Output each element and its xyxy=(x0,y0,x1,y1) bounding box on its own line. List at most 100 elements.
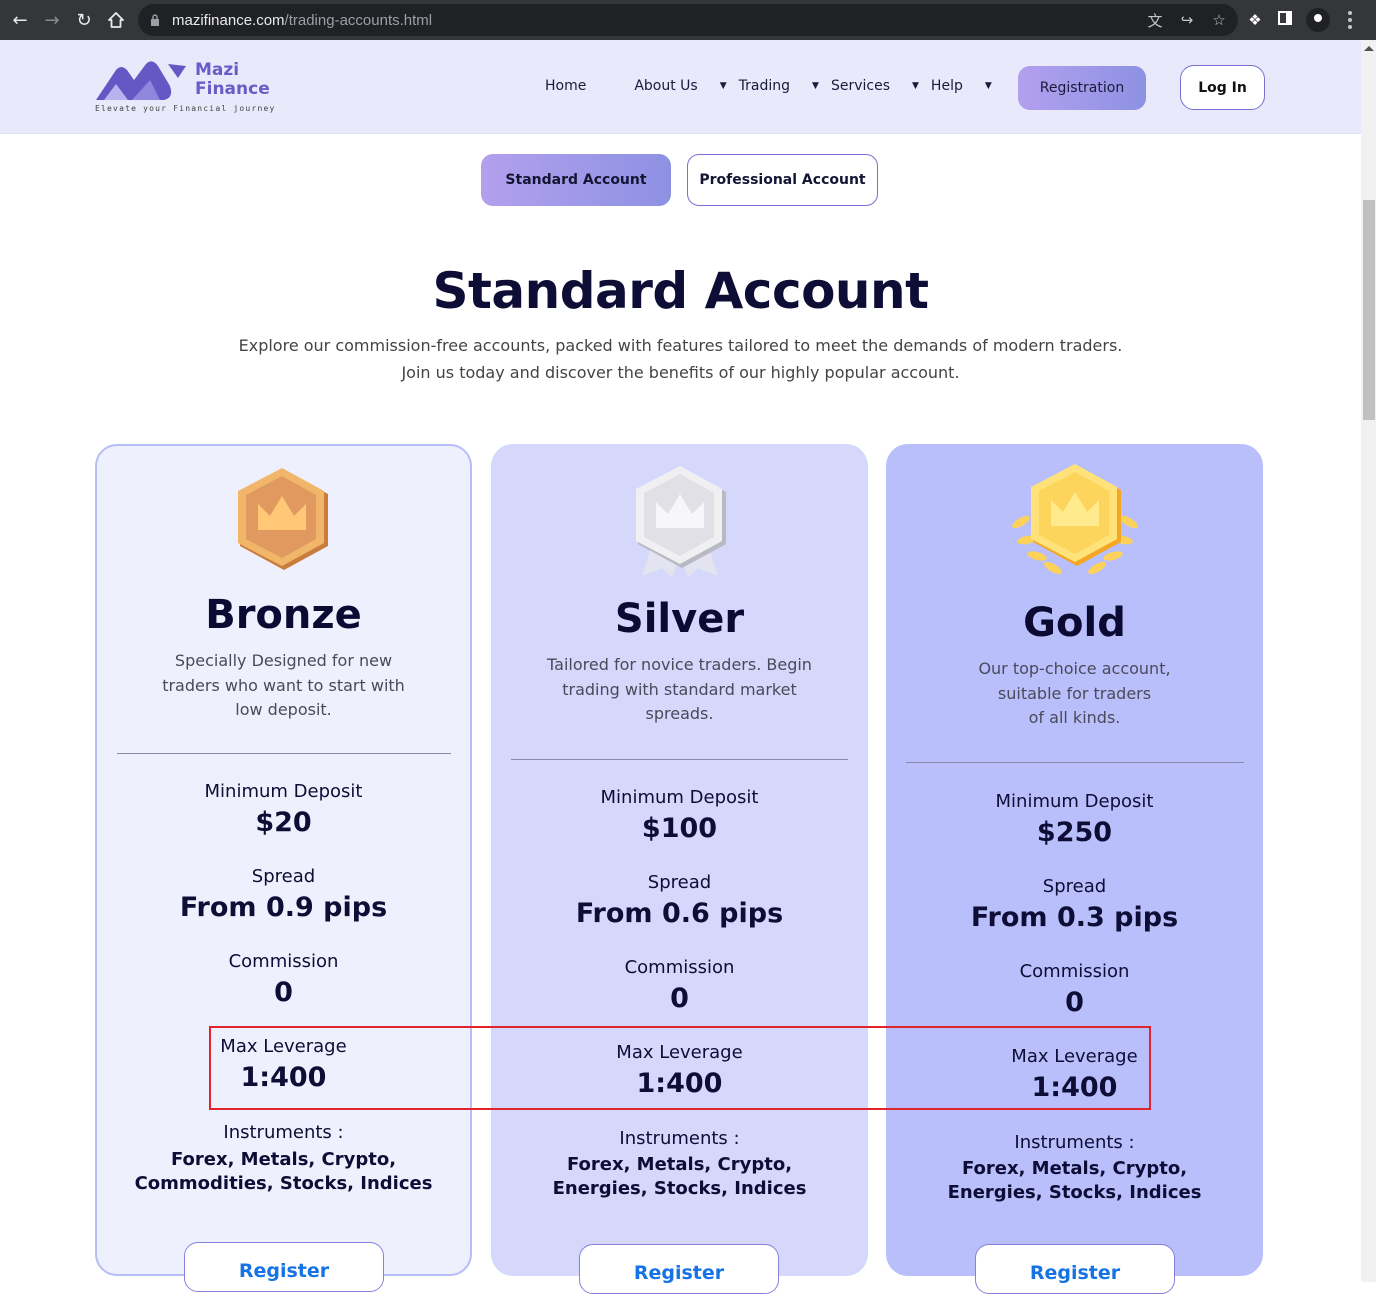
instruments-line: Forex, Metals, Crypto, xyxy=(961,1158,1188,1179)
extensions-puzzle-icon[interactable]: ❖ xyxy=(1246,11,1264,29)
tab-standard-account[interactable]: Standard Account xyxy=(481,154,671,206)
registration-button[interactable]: Registration xyxy=(1018,66,1146,110)
brand-name: Mazi Finance xyxy=(195,61,270,99)
lock-icon xyxy=(150,14,160,26)
desc-line: Our top-choice account, xyxy=(978,659,1171,678)
nav-home-label: Home xyxy=(545,78,587,94)
home-icon xyxy=(108,12,124,28)
card-description: Specially Designed for new traders who w… xyxy=(97,649,470,723)
commission-value: 0 xyxy=(274,977,293,1008)
page-scrollbar[interactable] xyxy=(1361,40,1376,1282)
login-button[interactable]: Log In xyxy=(1180,65,1265,110)
back-button[interactable]: ← xyxy=(4,4,36,36)
translate-icon[interactable]: 文 xyxy=(1146,10,1164,31)
nav-about-us-label: About Us xyxy=(634,78,698,94)
url-path: /trading-accounts.html xyxy=(284,11,433,29)
reload-button[interactable]: ↻ xyxy=(68,4,100,36)
desc-line: suitable for traders xyxy=(997,683,1152,703)
register-button-silver[interactable]: Register xyxy=(579,1244,779,1294)
desc-line: traders who want to start with xyxy=(162,675,405,695)
caret-down-icon[interactable]: ▼ xyxy=(985,81,992,91)
arrow-left-icon: ← xyxy=(12,9,28,31)
max-leverage-value: 1:400 xyxy=(1031,1072,1118,1103)
nav-home[interactable]: Home xyxy=(545,78,586,94)
nav-trading[interactable]: Trading ▼ xyxy=(739,78,831,94)
instruments-label: Instruments : xyxy=(223,1122,344,1143)
spread-label: Spread xyxy=(1042,876,1107,897)
card-description: Tailored for novice traders. Begin tradi… xyxy=(491,653,868,727)
scroll-up-arrow-icon[interactable] xyxy=(1364,46,1374,51)
desc-line: of all kinds. xyxy=(1028,708,1121,727)
min-deposit-label: Minimum Deposit xyxy=(204,781,363,802)
max-leverage-label: Max Leverage xyxy=(1011,1046,1138,1067)
site-header: Mazi Finance Elevate your Financial jour… xyxy=(0,40,1361,134)
register-button-bronze[interactable]: Register xyxy=(184,1242,384,1292)
instruments-value: Forex, Metals, Crypto, Commodities, Stoc… xyxy=(97,1148,470,1196)
max-leverage-value: 1:400 xyxy=(636,1068,723,1099)
share-icon[interactable]: ↪ xyxy=(1178,11,1196,29)
desc-line: Tailored for novice traders. Begin xyxy=(547,655,812,674)
nav-trading-label: Trading xyxy=(738,78,791,94)
brand-tagline: Elevate your Financial journey xyxy=(95,104,276,113)
card-title: Silver xyxy=(614,596,745,642)
page-intro: Explore our commission-free accounts, pa… xyxy=(0,332,1361,386)
nav-help[interactable]: Help ▼ xyxy=(931,78,1004,94)
min-deposit-value: $20 xyxy=(255,807,312,838)
gold-medal-icon xyxy=(1011,464,1138,575)
max-leverage-value: 1:400 xyxy=(240,1062,327,1093)
nav-about-us[interactable]: About Us ▼ xyxy=(634,78,738,94)
desc-line: Specially Designed for new xyxy=(174,651,393,670)
side-panel-icon[interactable] xyxy=(1276,11,1294,29)
register-button-gold[interactable]: Register xyxy=(975,1244,1175,1294)
instruments-line: Energies, Stocks, Indices xyxy=(947,1182,1202,1203)
instruments-line: Forex, Metals, Crypto, xyxy=(170,1149,397,1170)
min-deposit-value: $250 xyxy=(1036,817,1113,848)
bronze-medal-icon xyxy=(237,468,328,570)
caret-down-icon[interactable]: ▼ xyxy=(912,81,919,91)
more-menu-icon[interactable] xyxy=(1348,11,1352,29)
instruments-line: Energies, Stocks, Indices xyxy=(552,1178,807,1199)
address-bar[interactable]: mazifinance.com/trading-accounts.html 文 … xyxy=(138,4,1238,36)
account-card-bronze: Bronze Specially Designed for new trader… xyxy=(95,444,472,1292)
scrollbar-thumb[interactable] xyxy=(1363,200,1375,420)
nav-services-label: Services xyxy=(830,78,890,94)
reload-icon: ↻ xyxy=(76,9,92,31)
brand-line-1: Mazi xyxy=(195,60,240,80)
commission-value: 0 xyxy=(1065,987,1084,1018)
site-logo[interactable]: Mazi Finance Elevate your Financial jour… xyxy=(94,58,274,118)
desc-line: spreads. xyxy=(645,704,714,723)
caret-down-icon[interactable]: ▼ xyxy=(720,81,727,91)
page-title: Standard Account xyxy=(432,262,929,320)
commission-label: Commission xyxy=(228,951,339,972)
browser-toolbar: ← → ↻ mazifinance.com/trading-accounts.h… xyxy=(0,0,1376,40)
instruments-label: Instruments : xyxy=(619,1128,740,1149)
home-button[interactable] xyxy=(100,4,132,36)
instruments-label: Instruments : xyxy=(1014,1132,1135,1153)
silver-medal-icon xyxy=(635,466,726,578)
mazi-logo-icon xyxy=(96,61,186,100)
tab-professional-account[interactable]: Professional Account xyxy=(687,154,878,206)
account-card-silver: Silver Tailored for novice traders. Begi… xyxy=(491,444,868,1294)
brand-line-2: Finance xyxy=(195,79,270,99)
commission-label: Commission xyxy=(624,957,735,978)
card-title: Bronze xyxy=(205,592,362,638)
min-deposit-label: Minimum Deposit xyxy=(995,791,1154,812)
desc-line: trading with standard market xyxy=(562,679,797,699)
instruments-line: Commodities, Stocks, Indices xyxy=(134,1173,433,1194)
bookmark-star-icon[interactable]: ☆ xyxy=(1210,11,1228,29)
card-divider xyxy=(117,753,451,754)
nav-services[interactable]: Services ▼ xyxy=(831,78,931,94)
arrow-right-icon: → xyxy=(44,9,60,31)
min-deposit-label: Minimum Deposit xyxy=(600,787,759,808)
spread-value: From 0.3 pips xyxy=(970,902,1179,933)
forward-button[interactable]: → xyxy=(36,4,68,36)
url-text: mazifinance.com/trading-accounts.html xyxy=(172,12,432,29)
caret-down-icon[interactable]: ▼ xyxy=(812,81,819,91)
nav-help-label: Help xyxy=(930,78,963,94)
instruments-line: Forex, Metals, Crypto, xyxy=(566,1154,793,1175)
card-description: Our top-choice account, suitable for tra… xyxy=(886,657,1263,731)
main-navigation: Home About Us ▼ Trading ▼ Services ▼ Help ▼ xyxy=(545,78,1004,94)
profile-avatar-icon[interactable] xyxy=(1306,8,1330,32)
intro-line-2: Join us today and discover the benefits … xyxy=(401,363,960,382)
spread-label: Spread xyxy=(251,866,316,887)
